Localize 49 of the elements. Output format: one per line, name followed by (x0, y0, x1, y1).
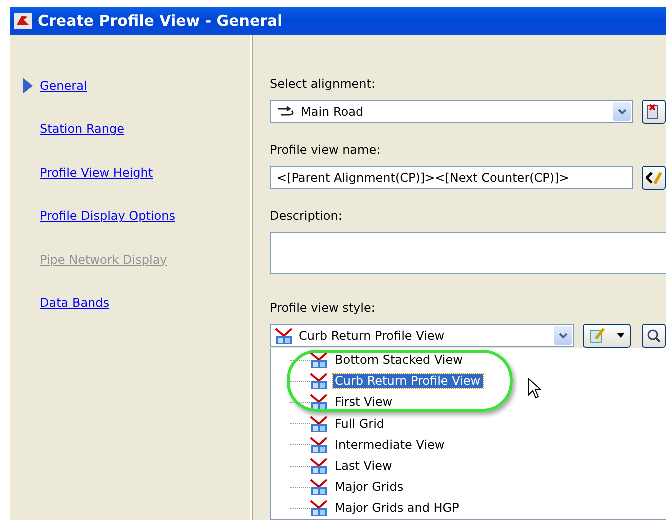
list-item[interactable]: Full Grid (333, 416, 387, 431)
dropdown-value: Main Road (301, 104, 364, 118)
profile-style-icon (310, 394, 328, 410)
edit-style-button[interactable] (583, 324, 631, 348)
list-item[interactable]: Bottom Stacked View (333, 353, 465, 368)
description-field[interactable] (270, 232, 666, 274)
name-field[interactable]: <[Parent Alignment(CP)]><[Next Counter(CP)]> (270, 166, 633, 189)
list-item[interactable]: Major Grids (333, 480, 406, 494)
profile-style-icon (275, 328, 293, 344)
alignment-icon (277, 106, 295, 118)
chevron-icon (618, 108, 626, 114)
profile-style-icon (310, 500, 328, 516)
pick-icon (647, 104, 661, 120)
caret-icon (616, 333, 624, 338)
field-label: Profile view name: (270, 142, 382, 158)
dropdown-value: Curb Return Profile View (299, 328, 445, 342)
code-pencil-icon (646, 170, 662, 184)
nav-link[interactable]: General (40, 78, 88, 92)
window-title: Create Profile View - General (38, 12, 283, 30)
alignment-dropdown[interactable]: Main Road (270, 100, 633, 123)
dropdown-button[interactable] (613, 102, 631, 121)
list-item[interactable]: Major Grids and HGP (333, 501, 462, 516)
profile-style-icon (310, 352, 328, 368)
field-label: Select alignment: (270, 76, 377, 92)
profile-style-icon (310, 416, 328, 432)
pencil-icon (590, 328, 606, 344)
list-item[interactable]: First View (333, 395, 395, 410)
cursor-icon (528, 378, 542, 400)
app-icon (14, 12, 32, 29)
pick-button[interactable] (642, 100, 666, 124)
edit-name-button[interactable] (642, 166, 666, 190)
list-item[interactable]: Curb Return Profile View (333, 374, 483, 388)
profile-style-icon (310, 436, 328, 453)
profile-style-icon (310, 458, 328, 474)
profile-style-icon (310, 373, 328, 390)
nav-link[interactable]: Profile Display Options (40, 209, 176, 224)
field-label: Description: (270, 208, 344, 224)
nav-link[interactable]: Profile View Height (40, 166, 154, 180)
chevron-icon (558, 332, 568, 338)
profile-style-icon (310, 479, 328, 496)
field-label: Profile view style: (270, 300, 376, 316)
nav-link[interactable]: Station Range (40, 122, 125, 136)
style-dropdown[interactable]: Curb Return Profile View (270, 324, 574, 347)
nav-link[interactable]: Data Bands (40, 296, 110, 310)
dropdown-button[interactable] (554, 326, 572, 345)
preview-button[interactable] (642, 324, 666, 348)
magnifier-icon (647, 328, 661, 342)
list-item[interactable]: Last View (333, 459, 394, 474)
list-item[interactable]: Intermediate View (333, 438, 447, 452)
